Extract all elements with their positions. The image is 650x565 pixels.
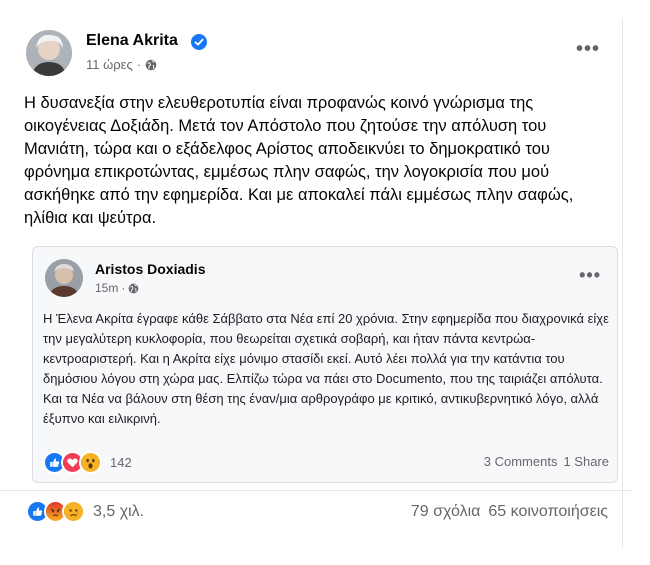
post-reactions-count: 3,5 χιλ. — [93, 502, 145, 520]
post-text: Η δυσανεξία στην ελευθεροτυπία είναι προ… — [24, 94, 574, 227]
sad-reaction-icon — [62, 500, 85, 523]
comments-link[interactable]: 79 σχόλια — [411, 503, 480, 521]
shared-post-stats: 3 Comments 1 Share — [484, 454, 609, 469]
shared-reactions[interactable]: 142 — [43, 451, 132, 474]
shared-post-timestamp[interactable]: 15m — [95, 281, 118, 295]
shared-post[interactable]: Aristos Doxiadis 15m · ••• Η Έλενα Ακρίτ… — [32, 246, 618, 483]
shared-meta-separator: · — [121, 281, 126, 295]
wow-reaction-icon — [79, 451, 102, 474]
meta-separator: · — [136, 57, 142, 72]
post-footer: 3,5 χιλ. 79 σχόλια 65 κοινοποιήσεις — [10, 492, 622, 532]
shared-post-options-button[interactable]: ••• — [579, 265, 601, 286]
shared-post-meta: 15m · — [95, 281, 139, 295]
shared-author-avatar[interactable] — [45, 259, 83, 297]
shared-shares-link[interactable]: 1 Share — [563, 454, 609, 469]
author-name[interactable]: Elena Akrita — [86, 32, 178, 50]
author-avatar[interactable] — [26, 30, 72, 76]
shared-post-text: Η Έλενα Ακρίτα έγραφε κάθε Σάββατο στα Ν… — [43, 311, 609, 426]
globe-icon — [128, 283, 139, 293]
footer-divider — [0, 490, 632, 491]
globe-icon — [145, 59, 157, 70]
post-meta: 11 ώρες · — [86, 57, 157, 72]
post-stats: 79 σχόλια 65 κοινοποιήσεις — [411, 503, 608, 521]
shared-reactions-count: 142 — [110, 455, 132, 470]
shared-comments-link[interactable]: 3 Comments — [484, 454, 558, 469]
verified-badge-icon — [191, 34, 207, 50]
shared-author-name[interactable]: Aristos Doxiadis — [95, 261, 205, 277]
post-options-button[interactable]: ••• — [576, 38, 600, 61]
shares-link[interactable]: 65 κοινοποιήσεις — [488, 503, 608, 521]
post-reactions[interactable]: 3,5 χιλ. — [26, 500, 144, 523]
main-post: Elena Akrita 11 ώρες · ••• Η δυσανεξία σ… — [10, 18, 623, 548]
post-timestamp[interactable]: 11 ώρες — [86, 57, 133, 72]
